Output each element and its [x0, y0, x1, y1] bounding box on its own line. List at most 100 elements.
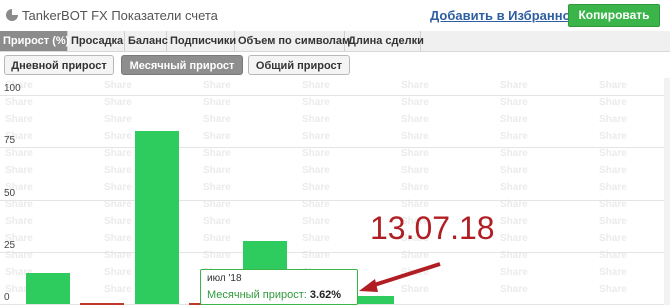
watermark-text: Share [104, 97, 132, 108]
tab-drawdown[interactable]: Просадка [68, 31, 125, 51]
pie-chart-icon [6, 9, 18, 21]
watermark-text: Share [104, 165, 132, 176]
watermark-text: Share [203, 165, 231, 176]
tab-balance[interactable]: Баланс [125, 31, 168, 51]
watermark-text: Share [599, 131, 627, 142]
watermark-text: Share [302, 97, 330, 108]
watermark-text: Share [401, 199, 429, 210]
tab-growth[interactable]: Прирост (%) [0, 31, 69, 51]
watermark-text: Share [500, 131, 528, 142]
bar-tooltip: июл '18 Месячный прирост: 3.62% [200, 269, 358, 305]
watermark-text: Share [599, 216, 627, 227]
watermark-text: Share [104, 199, 132, 210]
watermark-text: Share [5, 199, 33, 210]
gridline [0, 199, 665, 201]
watermark-text: Share [401, 165, 429, 176]
watermark-text: Share [104, 233, 132, 244]
watermark-text: Share [401, 97, 429, 108]
watermark-text: Share [302, 114, 330, 125]
watermark-text: Share [5, 165, 33, 176]
watermark-text: Share [104, 216, 132, 227]
monthly-growth-button[interactable]: Месячный прирост [121, 55, 243, 75]
date-annotation: 13.07.18 [370, 210, 495, 246]
watermark-text: Share [302, 216, 330, 227]
watermark-text: Share [104, 80, 132, 91]
y-tick-label: 0 [4, 292, 10, 303]
tooltip-date: июл '18 [207, 273, 242, 284]
watermark-text: Share [302, 233, 330, 244]
growth-period-selector: Дневной прирост Месячный прирост Общий п… [0, 55, 670, 77]
watermark-text: Share [203, 114, 231, 125]
watermark-text: Share [203, 148, 231, 159]
gridline [0, 95, 665, 96]
watermark-text: Share [203, 97, 231, 108]
watermark-text: Share [500, 97, 528, 108]
y-tick-label: 50 [4, 187, 16, 199]
watermark-text: Share [5, 216, 33, 227]
watermark-text: Share [302, 131, 330, 142]
watermark-text: Share [203, 216, 231, 227]
watermark-text: Share [500, 233, 528, 244]
total-growth-button[interactable]: Общий прирост [248, 55, 350, 75]
watermark-text: Share [302, 199, 330, 210]
watermark-text: Share [599, 148, 627, 159]
header-bar: TankerBOT FX Показатели счета Добавить в… [0, 0, 670, 30]
tab-bar: Прирост (%) Просадка Баланс Подписчики О… [0, 31, 670, 52]
watermark-text: Share [5, 148, 33, 159]
watermark-text: Share [401, 148, 429, 159]
watermark-text: Share [599, 80, 627, 91]
y-tick-label: 25 [4, 239, 16, 251]
annotation-arrow [359, 262, 441, 292]
watermark-text: Share [599, 284, 627, 295]
watermark-text: Share [599, 165, 627, 176]
tab-subscribers[interactable]: Подписчики [167, 31, 236, 51]
watermark-text: Share [500, 216, 528, 227]
watermark-text: Share [104, 114, 132, 125]
watermark-text: Share [5, 97, 33, 108]
watermark-text: Share [104, 182, 132, 193]
watermark-text: Share [104, 267, 132, 278]
watermark-text: Share [599, 267, 627, 278]
watermark-text: Share [104, 284, 132, 295]
scrollbar[interactable] [664, 78, 670, 305]
watermark-text: Share [203, 131, 231, 142]
watermark-text: Share [203, 233, 231, 244]
watermark-text: Share [599, 114, 627, 125]
watermark-text: Share [401, 131, 429, 142]
watermark-text: Share [302, 80, 330, 91]
watermark-text: Share [500, 267, 528, 278]
watermark-text: Share [500, 182, 528, 193]
watermark-text: Share [401, 182, 429, 193]
watermark-text: Share [302, 148, 330, 159]
daily-growth-button[interactable]: Дневной прирост [4, 55, 114, 75]
add-to-favorites-link[interactable]: Добавить в Избранное [430, 8, 578, 23]
watermark-text: Share [203, 182, 231, 193]
bar[interactable] [135, 130, 179, 304]
watermark-text: Share [599, 233, 627, 244]
watermark-text: Share [302, 165, 330, 176]
watermark-text: Share [500, 199, 528, 210]
watermark-text: Share [104, 148, 132, 159]
tab-volume-by-symbol[interactable]: Объем по символам [235, 31, 350, 51]
y-tick-label: 75 [4, 135, 16, 147]
watermark-text: Share [500, 148, 528, 159]
bar[interactable] [26, 272, 70, 304]
tab-trade-length[interactable]: Длина сделки [345, 31, 424, 51]
watermark-text: Share [302, 182, 330, 193]
gridline [0, 251, 665, 253]
watermark-text: Share [599, 97, 627, 108]
watermark-text: Share [500, 165, 528, 176]
watermark-text: Share [500, 114, 528, 125]
gridline [0, 147, 665, 149]
watermark-text: Share [203, 80, 231, 91]
y-tick-label: 100 [4, 83, 21, 94]
watermark-text: Share [599, 199, 627, 210]
watermark-text: Share [599, 182, 627, 193]
watermark-text: Share [401, 80, 429, 91]
page-title: TankerBOT FX Показатели счета [22, 8, 218, 23]
tooltip-label: Месячный прирост: [207, 289, 307, 301]
watermark-text: Share [104, 131, 132, 142]
watermark-text: Share [401, 114, 429, 125]
copy-button[interactable]: Копировать [568, 4, 660, 27]
watermark-text: Share [5, 114, 33, 125]
